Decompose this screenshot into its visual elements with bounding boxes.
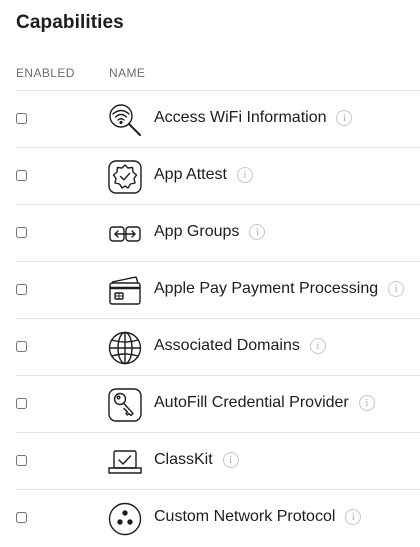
info-icon[interactable]: i [388,281,405,297]
column-header-name[interactable]: NAME [109,66,145,80]
wifi-search-icon [107,102,143,138]
credit-card-icon [107,273,143,309]
enable-checkbox-app-groups[interactable] [16,227,27,238]
enable-checkbox-apple-pay-payment-processing[interactable] [16,284,27,295]
app-attest-badge-icon [107,159,143,195]
key-icon [107,387,143,423]
capability-label: Access WiFi Information [154,109,327,126]
capability-label: Associated Domains [154,337,300,354]
app-groups-icon [107,216,143,252]
capability-row-custom-network-protocol: Custom Network Protocol i [0,490,420,547]
capability-row-autofill-credential-provider: AutoFill Credential Provider i [0,376,420,433]
capability-row-apple-pay-payment-processing: Apple Pay Payment Processing i [0,262,420,319]
enable-checkbox-access-wifi-information[interactable] [16,113,27,124]
info-icon[interactable]: i [249,224,266,240]
capability-row-access-wifi-information: Access WiFi Information i [0,91,420,148]
capability-label: App Attest [154,166,227,183]
enable-checkbox-app-attest[interactable] [16,170,27,181]
info-icon[interactable]: i [336,110,353,126]
enable-checkbox-classkit[interactable] [16,455,27,466]
capability-label: Custom Network Protocol [154,508,336,525]
info-icon[interactable]: i [358,395,375,411]
page-title: Capabilities [16,12,124,33]
info-icon[interactable]: i [222,452,239,468]
capability-label: Apple Pay Payment Processing [154,280,379,297]
enable-checkbox-associated-domains[interactable] [16,341,27,352]
enable-checkbox-autofill-credential-provider[interactable] [16,398,27,409]
capability-row-app-groups: App Groups i [0,205,420,262]
info-icon[interactable]: i [309,338,326,354]
enable-checkbox-custom-network-protocol[interactable] [16,512,27,523]
capability-label: ClassKit [154,451,213,468]
capability-row-classkit: ClassKit i [0,433,420,490]
capability-row-associated-domains: Associated Domains i [0,319,420,376]
network-protocol-icon [107,501,143,537]
capability-label: AutoFill Credential Provider [154,394,349,411]
globe-icon [107,330,143,366]
capability-row-app-attest: App Attest i [0,148,420,205]
info-icon[interactable]: i [236,167,253,183]
info-icon[interactable]: i [345,509,362,525]
column-header-enabled[interactable]: ENABLED [16,66,75,80]
classkit-laptop-icon [107,444,143,480]
capability-label: App Groups [154,223,240,240]
